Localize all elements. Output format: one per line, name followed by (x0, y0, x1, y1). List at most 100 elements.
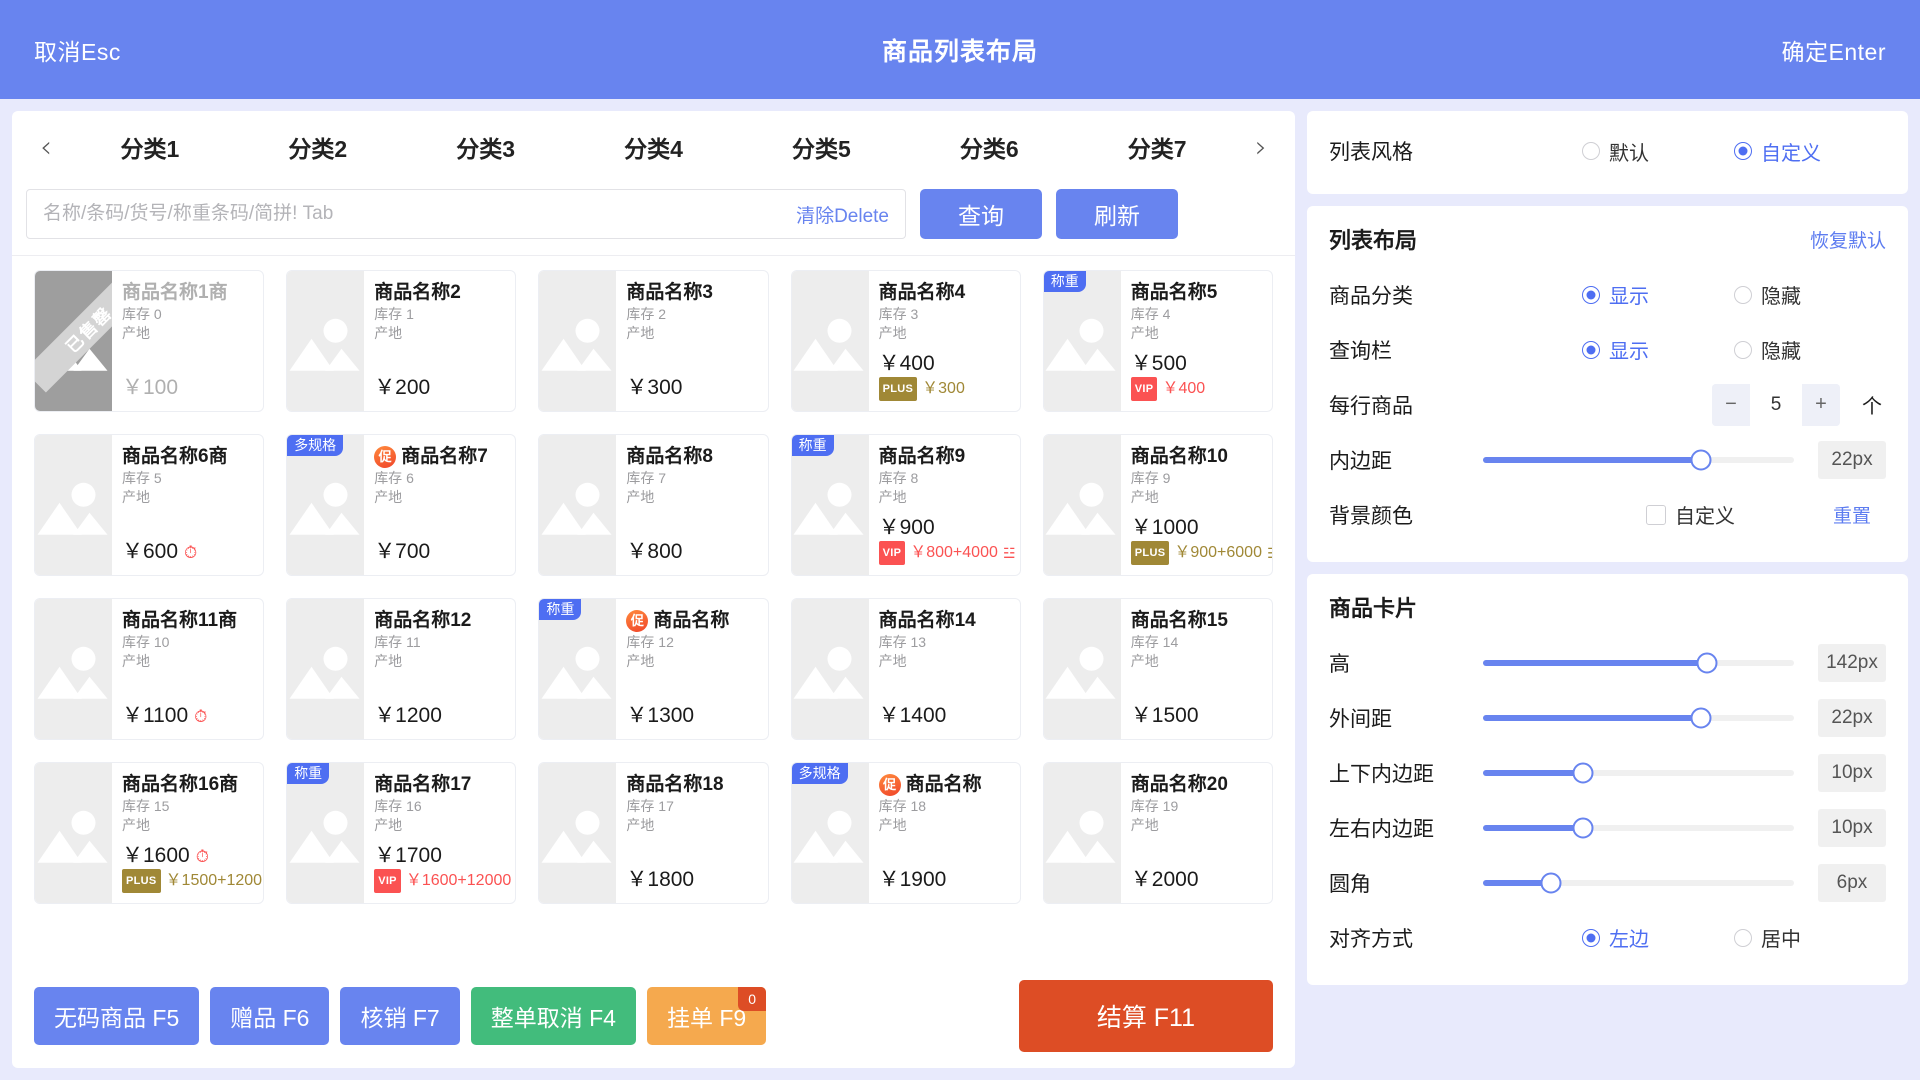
card-slider-value: 10px (1818, 754, 1886, 792)
list-style-option-2[interactable]: 自定义 (1734, 137, 1886, 166)
product-stock: 库存 17 (626, 797, 757, 816)
product-card[interactable]: 多规格促商品名称库存 18产地￥1900 (791, 762, 1021, 904)
category-tab-5[interactable]: 分类5 (737, 130, 905, 164)
category-tab-2[interactable]: 分类2 (234, 130, 402, 164)
product-card[interactable]: 商品名称18库存 17产地￥1800 (538, 762, 768, 904)
product-card[interactable]: 商品名称16商库存 15产地￥1600⏱PLUS￥1500+1200 (34, 762, 264, 904)
card-slider[interactable] (1483, 715, 1794, 721)
product-name: 商品名称20 (1131, 773, 1262, 797)
slider-knob[interactable] (1696, 652, 1717, 673)
product-origin: 产地 (1131, 816, 1262, 835)
action-button[interactable]: 整单取消 F4 (471, 987, 636, 1045)
product-info: 商品名称11商库存 10产地￥1100⏱ (112, 599, 263, 739)
list-style-option-1[interactable]: 默认 (1582, 137, 1734, 166)
slider-knob[interactable] (1572, 817, 1593, 838)
setting-row-align: 对齐方式 左边居中 (1329, 910, 1886, 965)
product-origin: 产地 (1131, 652, 1262, 671)
product-card[interactable]: 商品名称2库存 1产地￥200 (286, 270, 516, 412)
product-card[interactable]: 多规格促商品名称7库存 6产地￥700 (286, 434, 516, 576)
product-card[interactable]: 商品名称8库存 7产地￥800 (538, 434, 768, 576)
align-option-2[interactable]: 居中 (1734, 923, 1886, 952)
chevron-left-icon[interactable]: ‹ (26, 124, 66, 170)
product-price: ￥700 (374, 539, 505, 565)
bgcolor-custom-checkbox[interactable]: 自定义 (1646, 500, 1798, 529)
stepper-minus-button[interactable]: − (1712, 384, 1750, 426)
product-card-sliders: 高142px外间距22px上下内边距10px左右内边距10px圆角6px (1329, 635, 1886, 910)
slider-knob[interactable] (1690, 449, 1711, 470)
product-prices: ￥400PLUS￥300 (879, 351, 1010, 401)
category-tab-3[interactable]: 分类3 (402, 130, 570, 164)
category-tab-7[interactable]: 分类7 (1073, 130, 1241, 164)
search-input[interactable] (43, 203, 796, 225)
promotion-icon: 促 (879, 774, 901, 796)
product-card[interactable]: 商品名称4库存 3产地￥400PLUS￥300 (791, 270, 1021, 412)
product-card[interactable]: 商品名称20库存 19产地￥2000 (1043, 762, 1273, 904)
stepper-value[interactable]: 5 (1750, 384, 1802, 426)
product-name: 商品名称3 (626, 281, 757, 305)
action-button[interactable]: 赠品 F6 (210, 987, 329, 1045)
card-setting-row: 上下内边距10px (1329, 745, 1886, 800)
clock-icon: ⏱ (184, 544, 197, 561)
clear-search-button[interactable]: 清除Delete (796, 201, 889, 228)
slider-knob[interactable] (1572, 762, 1593, 783)
category-hide-radio[interactable]: 隐藏 (1734, 280, 1886, 309)
action-button[interactable]: 无码商品 F5 (34, 987, 199, 1045)
product-card[interactable]: 商品名称3库存 2产地￥300 (538, 270, 768, 412)
product-stock: 库存 0 (122, 305, 253, 324)
card-slider[interactable] (1483, 770, 1794, 776)
member-chip: PLUS (879, 377, 918, 401)
card-slider[interactable] (1483, 660, 1794, 666)
product-card[interactable]: 称重商品名称17库存 16产地￥1700VIP￥1600+12000 (286, 762, 516, 904)
action-button[interactable]: 结算 F11 (1019, 980, 1273, 1052)
product-card[interactable]: 称重商品名称5库存 4产地￥500VIP￥400 (1043, 270, 1273, 412)
member-price-value: ￥400 (1162, 378, 1205, 400)
clock-icon: ⏱ (194, 708, 207, 725)
confirm-button[interactable]: 确定Enter (1782, 33, 1886, 67)
chevron-right-icon[interactable]: › (1241, 124, 1281, 170)
product-card[interactable]: 商品名称14库存 13产地￥1400 (791, 598, 1021, 740)
product-card[interactable]: 称重促商品名称库存 12产地￥1300 (538, 598, 768, 740)
searchbar-hide-radio[interactable]: 隐藏 (1734, 335, 1886, 364)
restore-default-button[interactable]: 恢复默认 (1810, 226, 1886, 253)
padding-slider[interactable] (1483, 457, 1794, 463)
product-card[interactable]: 已售罄商品名称1商库存 0产地￥100 (34, 270, 264, 412)
category-tab-4[interactable]: 分类4 (570, 130, 738, 164)
category-tab-6[interactable]: 分类6 (905, 130, 1073, 164)
align-option-1[interactable]: 左边 (1582, 923, 1734, 952)
product-card[interactable]: 商品名称11商库存 10产地￥1100⏱ (34, 598, 264, 740)
product-name: 商品名称15 (1131, 609, 1262, 633)
query-button[interactable]: 查询 (920, 189, 1042, 239)
product-card[interactable]: 称重商品名称9库存 8产地￥900VIP￥800+4000☳ (791, 434, 1021, 576)
page-title: 商品列表布局 (0, 32, 1920, 68)
action-button[interactable]: 核销 F7 (340, 987, 459, 1045)
member-chip: VIP (879, 541, 906, 565)
product-origin: 产地 (626, 324, 757, 343)
member-price-value: ￥1600+12000 (406, 870, 511, 892)
category-show-radio[interactable]: 显示 (1582, 280, 1734, 309)
product-card[interactable]: 商品名称10库存 9产地￥1000PLUS￥900+6000☳ (1043, 434, 1273, 576)
product-origin: 产地 (374, 488, 505, 507)
searchbar-show-radio[interactable]: 显示 (1582, 335, 1734, 364)
card-slider[interactable] (1483, 825, 1794, 831)
product-card[interactable]: 商品名称6商库存 5产地￥600⏱ (34, 434, 264, 576)
action-button[interactable]: 挂单 F90 (647, 987, 766, 1045)
searchbar-setting-label: 查询栏 (1329, 335, 1479, 365)
product-price: ￥1100⏱ (122, 703, 253, 729)
slider-knob[interactable] (1541, 872, 1562, 893)
slider-knob[interactable] (1690, 707, 1711, 728)
stepper-plus-button[interactable]: + (1802, 384, 1840, 426)
product-thumbnail (1044, 435, 1121, 575)
radio-label: 居中 (1761, 923, 1801, 952)
category-tab-1[interactable]: 分类1 (66, 130, 234, 164)
product-price: ￥800 (626, 539, 757, 565)
radio-dot-icon (1582, 142, 1600, 160)
bgcolor-reset-button[interactable]: 重置 (1818, 501, 1886, 528)
product-card[interactable]: 商品名称15库存 14产地￥1500 (1043, 598, 1273, 740)
product-info: 商品名称10库存 9产地￥1000PLUS￥900+6000☳ (1121, 435, 1272, 575)
card-slider[interactable] (1483, 880, 1794, 886)
product-card[interactable]: 商品名称12库存 11产地￥1200 (286, 598, 516, 740)
product-price: ￥1000 (1131, 515, 1262, 541)
per-row-unit: 个 (1862, 390, 1886, 419)
cancel-button[interactable]: 取消Esc (34, 33, 121, 67)
refresh-button[interactable]: 刷新 (1056, 189, 1178, 239)
